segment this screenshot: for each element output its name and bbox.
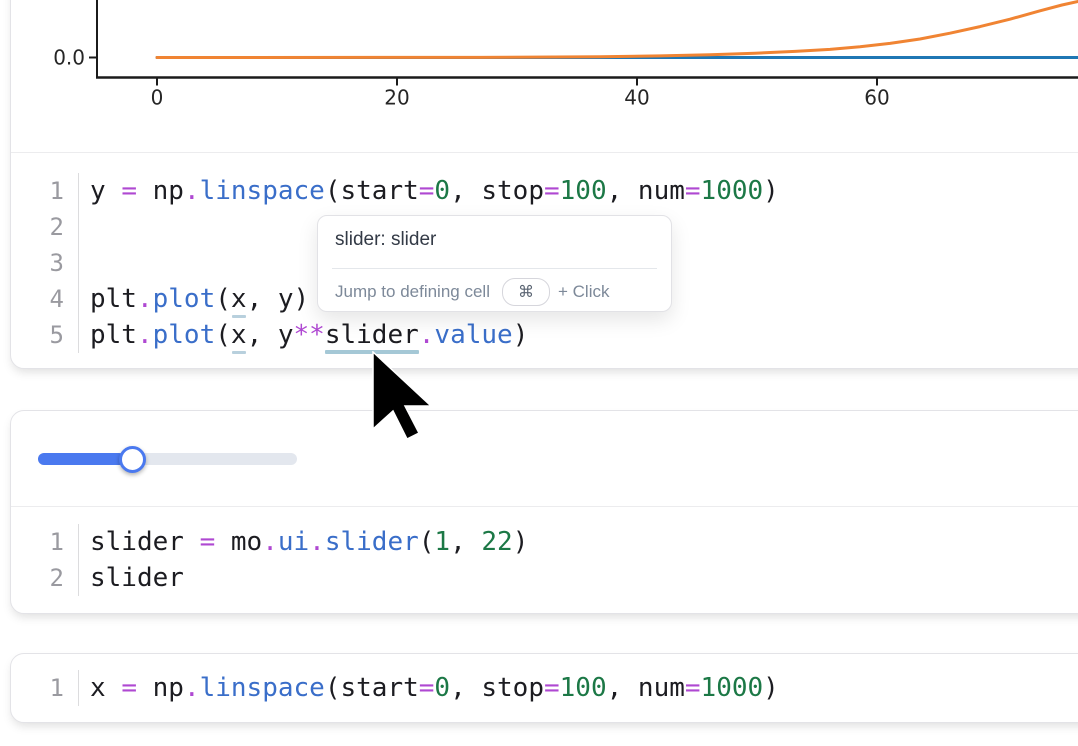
- cell-plot: 1y = np.linspace(start=0, stop=100, num=…: [10, 0, 1078, 369]
- code-text[interactable]: x = np.linspace(start=0, stop=100, num=1…: [79, 670, 779, 706]
- line-number: 1: [11, 524, 79, 560]
- line-number: 5: [11, 317, 79, 353]
- code-text[interactable]: slider = mo.ui.slider(1, 22): [79, 524, 528, 560]
- cell-slider: 1slider = mo.ui.slider(1, 22)2slider: [10, 410, 1078, 614]
- code-text[interactable]: slider: [79, 560, 184, 596]
- code-line[interactable]: 5plt.plot(x, y**slider.value): [11, 317, 1078, 353]
- mouse-cursor-icon: [372, 351, 434, 443]
- line-number: 4: [11, 281, 79, 317]
- tooltip-action-label: Jump to defining cell: [335, 282, 490, 302]
- variable-reference[interactable]: slider: [325, 320, 419, 350]
- code-line[interactable]: 2slider: [11, 560, 1078, 596]
- slider-fill: [38, 453, 125, 465]
- cell-x: 1x = np.linspace(start=0, stop=100, num=…: [10, 653, 1078, 723]
- line-number: 3: [11, 245, 79, 281]
- variable-reference[interactable]: x: [231, 320, 247, 350]
- output-code-divider: [11, 152, 1078, 153]
- line-number: 1: [11, 173, 79, 209]
- code-editor-x[interactable]: 1x = np.linspace(start=0, stop=100, num=…: [11, 670, 1078, 706]
- code-text[interactable]: plt.plot(x, y): [79, 281, 309, 317]
- code-line[interactable]: 1x = np.linspace(start=0, stop=100, num=…: [11, 670, 1078, 706]
- code-text[interactable]: plt.plot(x, y**slider.value): [79, 317, 528, 353]
- code-editor-slider[interactable]: 1slider = mo.ui.slider(1, 22)2slider: [11, 524, 1078, 596]
- line-number: 1: [11, 670, 79, 706]
- output-code-divider: [11, 506, 1078, 507]
- code-text[interactable]: y = np.linspace(start=0, stop=100, num=1…: [79, 173, 779, 209]
- tooltip-title: slider: slider: [335, 229, 436, 251]
- tooltip-divider: [332, 268, 657, 269]
- tooltip-footer: Jump to defining cell ⌘ + Click: [335, 276, 661, 308]
- variable-reference[interactable]: x: [231, 284, 247, 314]
- line-number: 2: [11, 209, 79, 245]
- slider-thumb[interactable]: [119, 446, 146, 473]
- tooltip-click-label: + Click: [558, 282, 609, 302]
- slider-widget[interactable]: [38, 446, 324, 473]
- code-line[interactable]: 1slider = mo.ui.slider(1, 22): [11, 524, 1078, 560]
- variable-tooltip: slider: slider Jump to defining cell ⌘ +…: [317, 215, 672, 312]
- code-line[interactable]: 1y = np.linspace(start=0, stop=100, num=…: [11, 173, 1078, 209]
- command-key-icon: ⌘: [502, 278, 550, 306]
- line-number: 2: [11, 560, 79, 596]
